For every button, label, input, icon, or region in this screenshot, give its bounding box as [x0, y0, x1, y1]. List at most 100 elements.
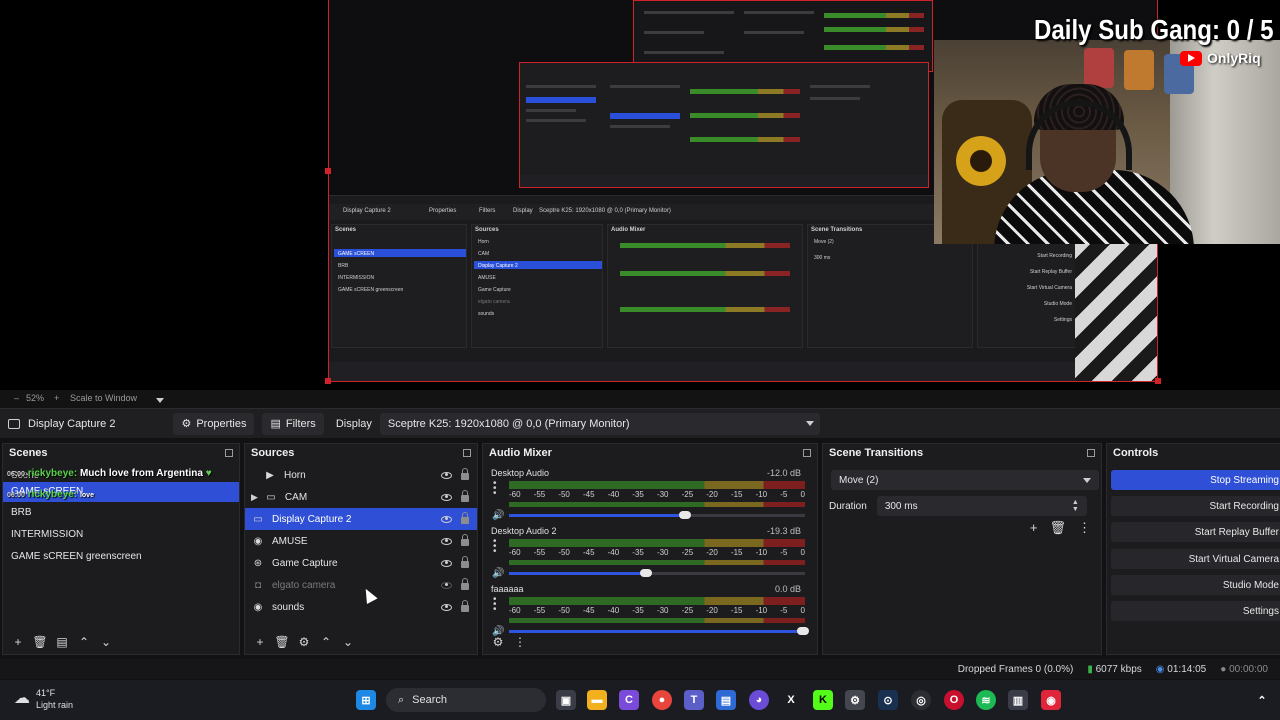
lock-icon[interactable]: [461, 468, 469, 480]
channel-db: -12.0 dB: [766, 468, 801, 478]
record-time: ● 00:00:00: [1220, 663, 1268, 675]
speaker-icon[interactable]: 🔊: [492, 510, 504, 521]
advanced-audio-icon[interactable]: ⚙: [489, 633, 507, 651]
source-item[interactable]: ◉ sounds: [245, 596, 477, 618]
lock-icon[interactable]: [461, 490, 469, 502]
kick-icon[interactable]: K: [813, 690, 833, 710]
steam-icon[interactable]: ⊙: [878, 690, 898, 710]
float-dock-icon[interactable]: [1087, 449, 1095, 457]
volume-knob[interactable]: [678, 511, 691, 519]
audio-mixer-dock: Audio Mixer Desktop Audio -12.0 dB • • • -60 -…: [482, 443, 818, 655]
channel-name: Desktop Audio: [491, 468, 550, 478]
lock-icon[interactable]: [461, 534, 469, 546]
chrome-icon[interactable]: ●: [652, 690, 672, 710]
scene-item[interactable]: INTERMISSION: [3, 524, 239, 546]
gear-icon[interactable]: ⚙: [295, 633, 313, 651]
lock-icon[interactable]: [461, 578, 469, 590]
preview-canvas-area[interactable]: Display Capture 2 Properties Filters Dis…: [0, 0, 1280, 390]
scene-item[interactable]: BRB: [3, 502, 239, 524]
more-options-icon[interactable]: • • •: [493, 595, 497, 615]
scene-item[interactable]: GAME sCREEN greenscreen: [3, 546, 239, 568]
zoom-out-icon[interactable]: –: [14, 393, 19, 403]
volume-slider[interactable]: [509, 569, 805, 577]
lock-icon[interactable]: [461, 512, 469, 524]
spotify-icon[interactable]: ≋: [976, 690, 996, 710]
obs-icon[interactable]: ◎: [911, 690, 931, 710]
start-replay-buffer-button[interactable]: Start Replay Buffer: [1111, 522, 1280, 542]
resize-handle[interactable]: [325, 378, 331, 384]
display-label: Display: [335, 417, 372, 430]
move-down-icon[interactable]: ⌄: [97, 633, 115, 651]
opera-icon[interactable]: O: [944, 690, 964, 710]
speaker-icon[interactable]: 🔊: [492, 568, 504, 579]
more-options-icon[interactable]: • • •: [493, 537, 497, 557]
chevron-up-icon[interactable]: ⌃: [1252, 690, 1272, 710]
duration-input[interactable]: 300 ms ▲ ▼: [876, 496, 1087, 516]
move-up-icon[interactable]: ⌃: [75, 633, 93, 651]
eye-icon[interactable]: [441, 537, 452, 545]
x-icon[interactable]: X: [781, 690, 801, 710]
more-options-icon[interactable]: ⋮: [1078, 520, 1091, 536]
spinner-icon[interactable]: ▲ ▼: [1072, 499, 1079, 513]
scale-mode[interactable]: Scale to Window: [70, 393, 137, 403]
zoom-in-icon[interactable]: +: [54, 393, 59, 403]
float-dock-icon[interactable]: [803, 449, 811, 457]
start-recording-button[interactable]: Start Recording: [1111, 496, 1280, 516]
expand-icon[interactable]: ▶: [251, 492, 258, 503]
weather-widget[interactable]: ☁ 41°F Light rain: [14, 687, 73, 711]
float-dock-icon[interactable]: [225, 449, 233, 457]
source-item[interactable]: ⊛ Game Capture: [245, 552, 477, 574]
filters-button[interactable]: ▤ Filters: [262, 412, 324, 435]
chevron-down-icon[interactable]: [156, 395, 164, 405]
settings-icon[interactable]: ⚙: [845, 690, 865, 710]
more-options-icon[interactable]: • • •: [493, 479, 497, 499]
float-dock-icon[interactable]: [463, 449, 471, 457]
eye-icon[interactable]: [441, 471, 452, 479]
teams-icon[interactable]: T: [684, 690, 704, 710]
app-icon[interactable]: ◉: [1041, 690, 1061, 710]
meter-tick-label: -60: [509, 548, 521, 557]
source-item[interactable]: ▭ Display Capture 2: [245, 508, 477, 530]
app-icon[interactable]: ▥: [1008, 690, 1028, 710]
lock-icon[interactable]: [461, 556, 469, 568]
discord-icon[interactable]: ◕: [749, 690, 769, 710]
resize-handle[interactable]: [325, 168, 331, 174]
lock-icon[interactable]: [461, 600, 469, 612]
settings-button[interactable]: Settings: [1111, 601, 1280, 621]
resize-handle[interactable]: [1155, 378, 1161, 384]
eye-icon[interactable]: [441, 603, 452, 611]
eye-icon[interactable]: [441, 493, 452, 501]
start-virtual-camera-button[interactable]: Start Virtual Camera: [1111, 549, 1280, 569]
store-icon[interactable]: ▤: [716, 690, 736, 710]
eye-icon[interactable]: [441, 515, 452, 523]
add-scene-button[interactable]: +: [9, 633, 27, 651]
add-transition-button[interactable]: +: [1030, 520, 1038, 536]
move-down-icon[interactable]: ⌄: [339, 633, 357, 651]
eye-icon[interactable]: [441, 559, 452, 567]
windows-start-icon[interactable]: ⊞: [356, 690, 376, 710]
trash-icon[interactable]: 🗑: [1049, 520, 1066, 536]
transition-select[interactable]: Move (2): [831, 470, 1099, 490]
display-select[interactable]: Sceptre K25: 1920x1080 @ 0,0 (Primary Mo…: [379, 412, 820, 435]
volume-slider[interactable]: [509, 511, 805, 519]
sources-dock: Sources ▶ Horn ▶ ▭ CAM ▭ Display Capture…: [244, 443, 478, 655]
taskbar-search[interactable]: ⌕ Search: [386, 688, 546, 712]
more-options-icon[interactable]: ⋮: [511, 633, 529, 651]
move-up-icon[interactable]: ⌃: [317, 633, 335, 651]
task-view-icon[interactable]: ▣: [556, 690, 576, 710]
properties-button[interactable]: ⚙ Properties: [173, 412, 255, 435]
source-item[interactable]: ◉ AMUSE: [245, 530, 477, 552]
studio-mode-button[interactable]: Studio Mode: [1111, 575, 1280, 595]
app-icon[interactable]: C: [619, 690, 639, 710]
file-explorer-icon[interactable]: ▬: [587, 690, 607, 710]
add-source-button[interactable]: +: [251, 633, 269, 651]
trash-icon[interactable]: 🗑: [273, 633, 291, 651]
trash-icon[interactable]: 🗑: [31, 633, 49, 651]
filter-icon[interactable]: ▤: [53, 633, 71, 651]
stop-streaming-button[interactable]: Stop Streaming: [1111, 470, 1280, 490]
source-item[interactable]: ▶ Horn: [245, 464, 477, 486]
eye-hidden-icon[interactable]: [441, 581, 452, 589]
youtube-icon: [1180, 50, 1202, 66]
source-item[interactable]: ▶ ▭ CAM: [245, 486, 477, 508]
volume-knob[interactable]: [640, 569, 653, 577]
